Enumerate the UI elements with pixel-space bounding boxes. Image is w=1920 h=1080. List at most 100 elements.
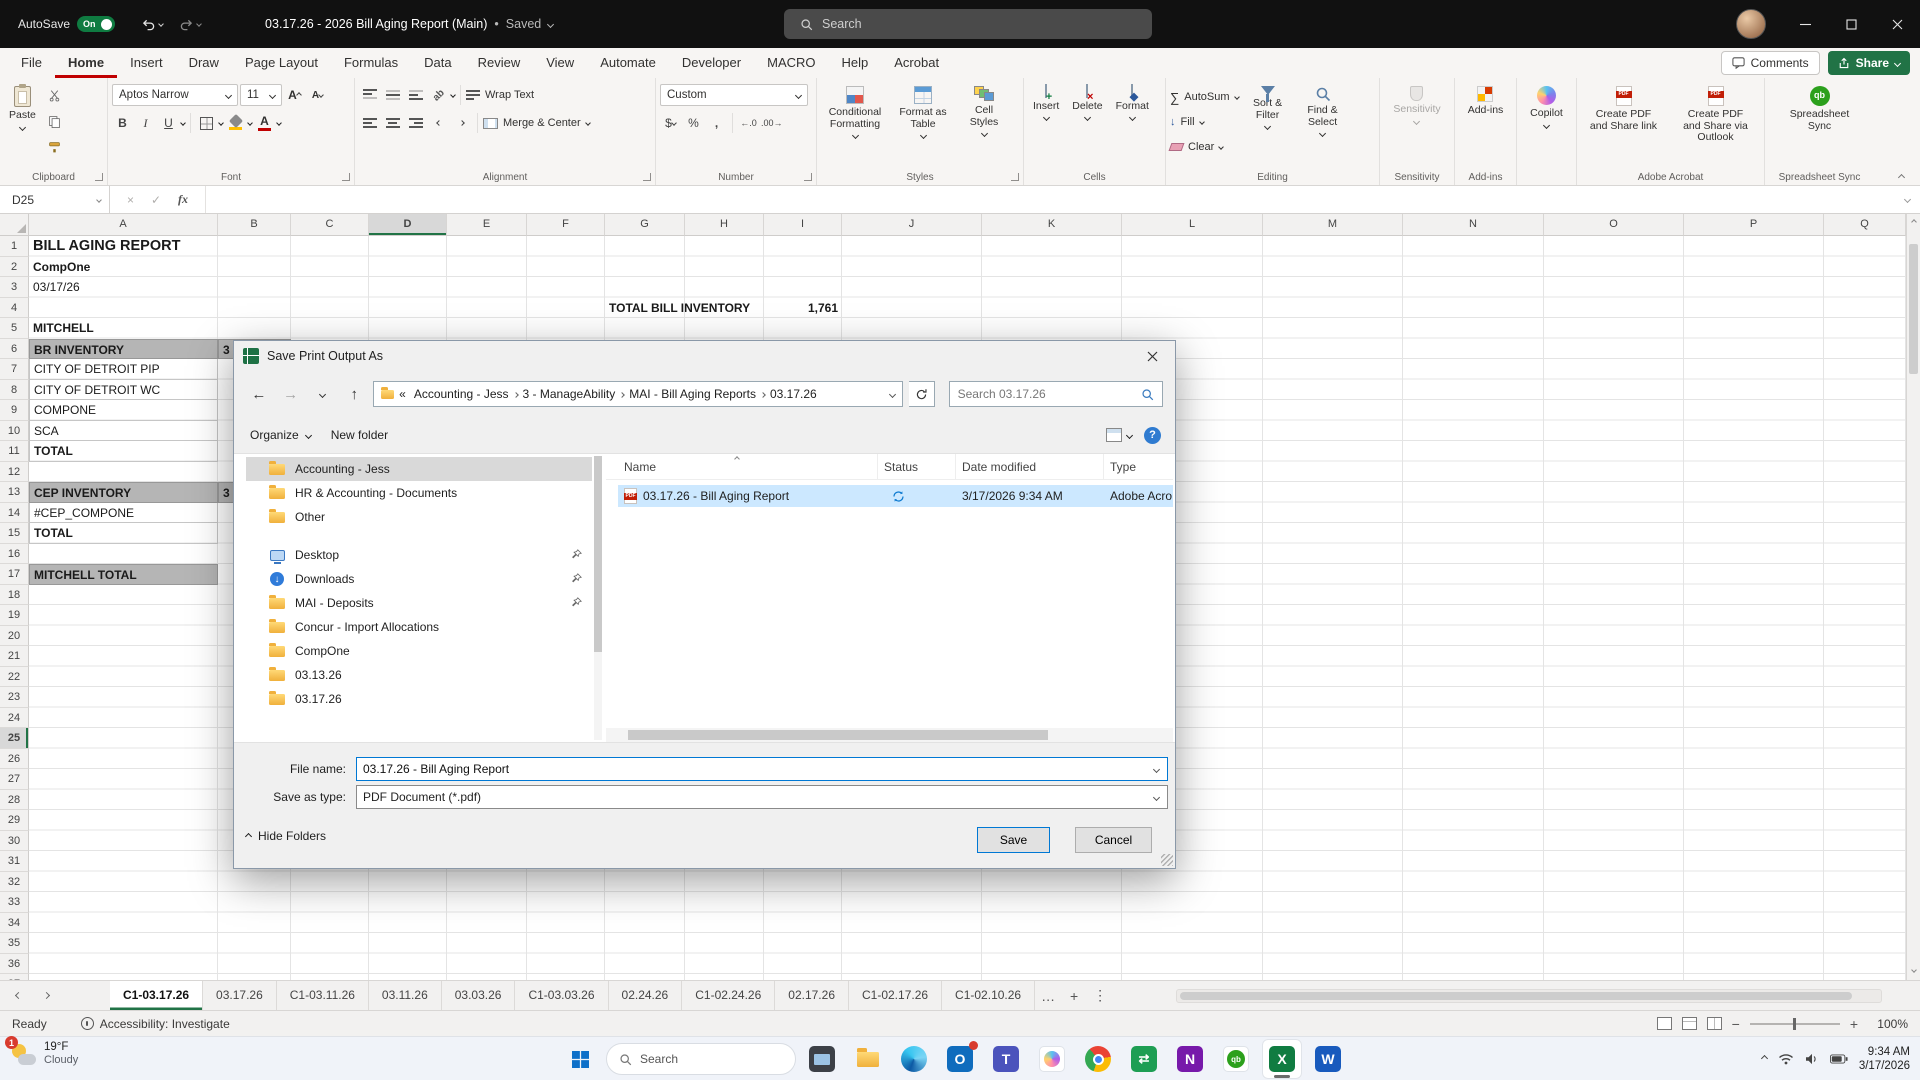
row-header-11[interactable]: 11 — [0, 441, 29, 462]
comma-style-button[interactable]: , — [706, 113, 727, 134]
column-header-d[interactable]: D — [369, 214, 447, 236]
column-header-c[interactable]: C — [291, 214, 369, 236]
maximize-button[interactable] — [1828, 0, 1874, 48]
grid-cell-a5[interactable]: MITCHELL — [29, 318, 218, 339]
increase-decimal-button[interactable]: ←.0 — [738, 113, 759, 134]
menu-tab-home[interactable]: Home — [55, 48, 117, 78]
tree-item-03-13-26[interactable]: 03.13.26 — [246, 663, 592, 687]
back-button[interactable]: ← — [246, 381, 272, 407]
taskbar-outlook-icon[interactable]: O — [940, 1039, 980, 1079]
tree-scrollbar[interactable] — [594, 456, 602, 740]
row-header-35[interactable]: 35 — [0, 933, 29, 954]
conditional-formatting-button[interactable]: Conditional Formatting — [821, 83, 889, 167]
redo-button[interactable] — [179, 18, 201, 31]
sheet-tab-c1-02-17-26[interactable]: C1-02.17.26 — [849, 981, 942, 1010]
styles-dialog-launcher[interactable] — [1011, 173, 1019, 181]
volume-icon[interactable] — [1805, 1053, 1819, 1065]
sheet-tab-c1-03-03-26[interactable]: C1-03.03.26 — [515, 981, 608, 1010]
menu-tab-macro[interactable]: MACRO — [754, 48, 828, 78]
vertical-scrollbar[interactable] — [1906, 214, 1920, 980]
autosum-button[interactable]: ∑AutoSum — [1170, 87, 1239, 107]
number-format-select[interactable]: Custom — [660, 84, 808, 106]
grid-cell-a10[interactable]: SCA — [29, 421, 218, 442]
find-select-button[interactable]: Find & Select — [1297, 83, 1349, 167]
taskbar-sync-app-icon[interactable]: ⇄ — [1124, 1039, 1164, 1079]
more-sheets-button[interactable]: … — [1035, 988, 1061, 1004]
align-middle-button[interactable] — [382, 85, 403, 106]
italic-button[interactable]: I — [135, 113, 156, 134]
page-layout-view-button[interactable] — [1682, 1017, 1697, 1030]
sheet-tab-c1-02-10-26[interactable]: C1-02.10.26 — [942, 981, 1035, 1010]
recent-locations-button[interactable] — [310, 381, 336, 407]
row-header-17[interactable]: 17 — [0, 564, 29, 585]
row-header-31[interactable]: 31 — [0, 851, 29, 872]
taskbar-excel-icon[interactable]: X — [1262, 1039, 1302, 1079]
autosave-pill[interactable]: On — [77, 16, 115, 32]
fill-color-button[interactable] — [225, 111, 246, 135]
row-header-25[interactable]: 25 — [0, 728, 29, 749]
menu-tab-automate[interactable]: Automate — [587, 48, 669, 78]
scroll-down-icon[interactable] — [1911, 967, 1917, 973]
vertical-scroll-thumb[interactable] — [1909, 244, 1918, 374]
wrap-text-button[interactable]: Wrap Text — [466, 85, 534, 105]
row-header-9[interactable]: 9 — [0, 400, 29, 421]
tree-item-concur-import-allocations[interactable]: Concur - Import Allocations — [246, 615, 592, 639]
align-left-button[interactable] — [359, 113, 380, 134]
help-button[interactable]: ? — [1144, 427, 1161, 444]
clear-button[interactable]: Clear — [1170, 137, 1239, 157]
row-header-14[interactable]: 14 — [0, 503, 29, 524]
sort-filter-button[interactable]: Sort & Filter — [1242, 83, 1294, 167]
menu-tab-review[interactable]: Review — [465, 48, 534, 78]
grid-cell-a7[interactable]: CITY OF DETROIT PIP — [29, 359, 218, 380]
formula-input[interactable] — [206, 186, 1920, 213]
tree-item-accounting-jess[interactable]: Accounting - Jess — [246, 457, 592, 481]
row-header-24[interactable]: 24 — [0, 708, 29, 729]
expand-formula-bar-icon[interactable] — [1904, 196, 1911, 203]
decrease-decimal-button[interactable]: .00→ — [761, 113, 783, 134]
select-all-corner[interactable] — [0, 214, 29, 236]
row-header-19[interactable]: 19 — [0, 605, 29, 626]
zoom-knob[interactable] — [1793, 1018, 1796, 1030]
menu-tab-data[interactable]: Data — [411, 48, 464, 78]
grid-cell-a3[interactable]: 03/17/26 — [29, 277, 218, 298]
create-pdf-share-link-button[interactable]: Create PDF and Share link — [1584, 83, 1664, 167]
row-header-4[interactable]: 4 — [0, 298, 29, 319]
file-column-status[interactable]: Status — [878, 454, 956, 479]
insert-function-button[interactable]: fx — [178, 192, 188, 207]
cell-styles-button[interactable]: Cell Styles — [957, 83, 1011, 167]
horizontal-scrollbar[interactable] — [1176, 989, 1882, 1003]
grid-cell-a15[interactable]: TOTAL — [29, 523, 218, 544]
comments-button[interactable]: Comments — [1721, 51, 1820, 75]
menu-tab-view[interactable]: View — [533, 48, 587, 78]
hidden-icons-button[interactable] — [1761, 1055, 1768, 1062]
refresh-button[interactable] — [909, 381, 935, 407]
sheet-options-button[interactable]: ⋮ — [1087, 987, 1113, 1004]
save-button[interactable]: Save — [977, 827, 1050, 853]
battery-icon[interactable] — [1830, 1054, 1848, 1064]
column-header-q[interactable]: Q — [1824, 214, 1906, 236]
address-bar[interactable]: « Accounting - Jess3 - ManageAbilityMAI … — [373, 381, 903, 407]
dialog-close-button[interactable] — [1130, 341, 1175, 371]
breadcrumb-mai-bill-aging-reports[interactable]: MAI - Bill Aging Reports — [626, 387, 759, 401]
sheet-tab-02-24-26[interactable]: 02.24.26 — [609, 981, 683, 1010]
alignment-dialog-launcher[interactable] — [643, 173, 651, 181]
breadcrumb-prefix[interactable]: « — [399, 387, 406, 401]
accounting-format-button[interactable]: $ — [660, 113, 681, 134]
zoom-slider[interactable] — [1750, 1023, 1840, 1025]
format-as-table-button[interactable]: Format as Table — [892, 83, 954, 167]
row-header-33[interactable]: 33 — [0, 892, 29, 913]
grid-cell-a2[interactable]: CompOne — [29, 257, 218, 278]
taskbar-file-explorer-icon[interactable] — [848, 1039, 888, 1079]
name-box[interactable]: D25 — [0, 186, 110, 213]
orientation-button[interactable]: ab — [428, 85, 449, 106]
page-break-view-button[interactable] — [1707, 1017, 1722, 1030]
menu-tab-insert[interactable]: Insert — [117, 48, 176, 78]
taskbar-search[interactable]: Search — [606, 1043, 796, 1075]
breadcrumb-03-17-26[interactable]: 03.17.26 — [767, 387, 820, 401]
format-painter-button[interactable] — [44, 137, 65, 158]
file-row-03-17-26-bill-aging-report[interactable]: 03.17.26 - Bill Aging Report3/17/2026 9:… — [618, 485, 1173, 507]
row-header-27[interactable]: 27 — [0, 769, 29, 790]
file-column-date-modified[interactable]: Date modified — [956, 454, 1104, 479]
row-header-30[interactable]: 30 — [0, 831, 29, 852]
grid-cell-a1[interactable]: BILL AGING REPORT — [29, 236, 218, 257]
